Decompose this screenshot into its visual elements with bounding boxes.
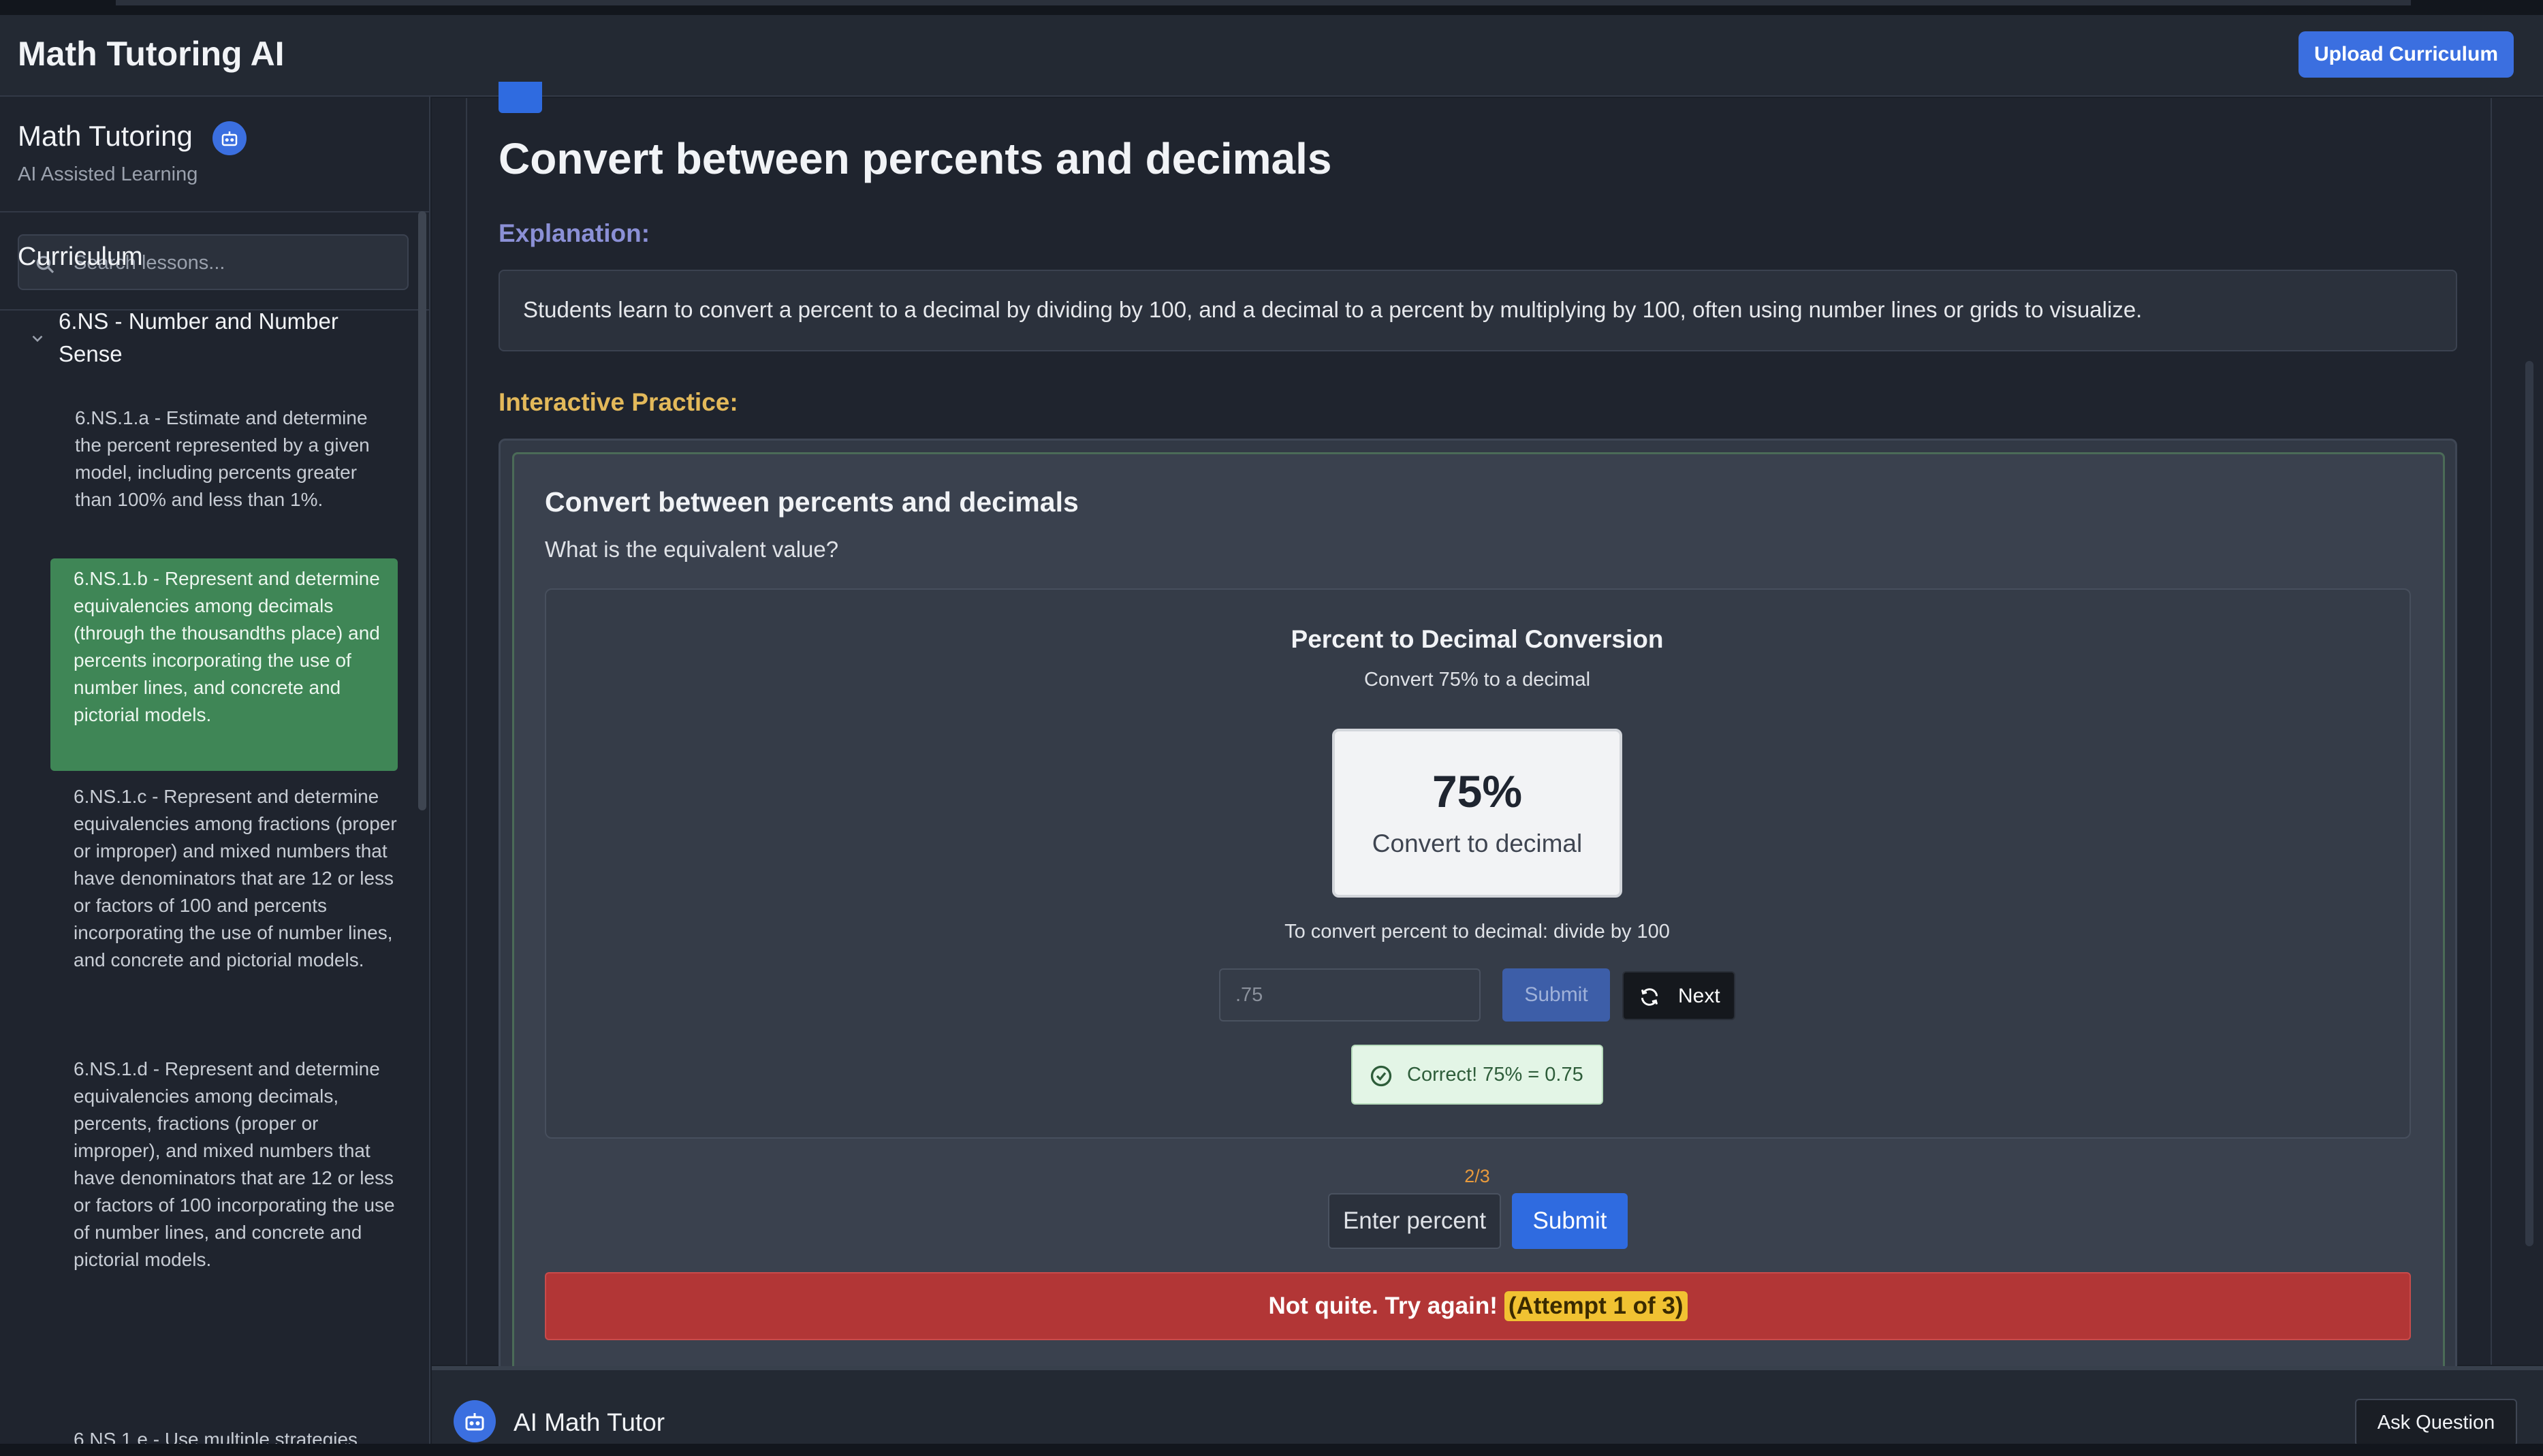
question-prompt: What is the equivalent value?: [545, 537, 839, 562]
upload-curriculum-button[interactable]: Upload Curriculum: [2299, 31, 2514, 78]
browser-bar: [116, 0, 2411, 5]
sidebar-item-6ns1d[interactable]: 6.NS.1.d - Represent and determine equiv…: [74, 1056, 400, 1273]
percent-display: 75% Convert to decimal: [1332, 729, 1622, 898]
bottom-strip: [0, 1444, 2543, 1456]
refresh-icon: [1641, 988, 1658, 1006]
sidebar-scrollbar[interactable]: [418, 211, 426, 810]
error-message: Not quite. Try again!: [1268, 1293, 1498, 1319]
explanation-text: Students learn to convert a percent to a…: [523, 297, 2143, 322]
check-circle-icon: [1370, 1065, 1392, 1087]
curriculum-heading: Curriculum: [18, 242, 143, 271]
robot-icon: [212, 121, 247, 155]
top-strip: [0, 0, 2543, 15]
conversion-hint: To convert percent to decimal: divide by…: [1284, 921, 1670, 943]
answer-input[interactable]: [1219, 968, 1481, 1022]
practice-label: Interactive Practice:: [499, 388, 738, 416]
correct-feedback: Correct! 75% = 0.75: [1351, 1045, 1603, 1105]
ask-question-button[interactable]: Ask Question: [2355, 1399, 2517, 1446]
main-scrollbar[interactable]: [2525, 361, 2533, 1246]
percent-value: 75%: [1432, 766, 1523, 817]
sidebar-header: Math Tutoring AI Assisted Learning: [0, 97, 429, 212]
tutor-bar: AI Math Tutor Ask Question: [432, 1366, 2543, 1446]
next-label: Next: [1678, 985, 1720, 1007]
question-title: Convert between percents and decimals: [545, 486, 1079, 518]
sidebar-title: Math Tutoring: [18, 120, 193, 152]
conversion-subtitle: Convert 75% to a decimal: [1363, 669, 1591, 691]
percent-caption: Convert to decimal: [1372, 829, 1583, 857]
error-banner: Not quite. Try again! (Attempt 1 of 3): [545, 1272, 2411, 1340]
submit-button[interactable]: Submit: [1512, 1193, 1628, 1249]
lesson-badge: [499, 82, 542, 113]
app-header: Math Tutoring AI Upload Curriculum: [0, 15, 2543, 97]
explanation-label: Explanation:: [499, 219, 650, 247]
robot-icon: [454, 1400, 496, 1442]
submit-button-disabled[interactable]: Submit: [1502, 968, 1610, 1022]
percent-input[interactable]: [1328, 1193, 1501, 1249]
correct-text: Correct! 75% = 0.75: [1407, 1064, 1583, 1086]
app-title: Math Tutoring AI: [18, 35, 285, 73]
sidebar-subtitle: AI Assisted Learning: [18, 163, 198, 185]
explanation-box: Students learn to convert a percent to a…: [499, 270, 2457, 351]
attempt-counter: 2/3: [1464, 1166, 1490, 1186]
attempt-tag: (Attempt 1 of 3): [1504, 1291, 1688, 1321]
tutor-label: AI Math Tutor: [514, 1408, 665, 1436]
chevron-down-icon[interactable]: [29, 330, 46, 347]
lesson-title: Convert between percents and decimals: [499, 134, 1332, 183]
group-label: 6.NS - Number and Number Sense: [59, 308, 338, 366]
next-button[interactable]: Next: [1622, 971, 1735, 1020]
sidebar-item-6ns1c[interactable]: 6.NS.1.c - Represent and determine equiv…: [74, 783, 400, 974]
conversion-title: Percent to Decimal Conversion: [1291, 625, 1664, 653]
sidebar-item-6ns1a[interactable]: 6.NS.1.a - Estimate and determine the pe…: [75, 405, 395, 513]
